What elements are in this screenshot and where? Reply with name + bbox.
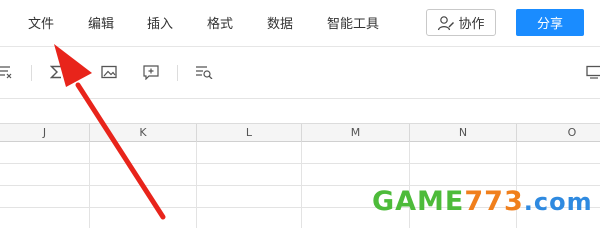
toolbar-separator [177,65,178,81]
grid-line [301,142,302,228]
sum-icon[interactable] [50,65,78,79]
watermark-logo: GAME773.com [372,186,593,217]
menu-file[interactable]: 文件 [28,13,54,32]
share-button[interactable]: 分享 [516,9,584,36]
comment-icon[interactable] [143,65,159,80]
menu-data[interactable]: 数据 [267,13,293,32]
watermark-number: 773 [464,186,524,217]
column-header-o[interactable]: O [517,124,600,142]
watermark-domain: .com [523,188,593,216]
menu-edit[interactable]: 编辑 [88,13,114,32]
share-label: 分享 [536,17,563,32]
freeze-icon[interactable] [586,65,600,79]
collab-button[interactable]: 协作 [426,9,496,36]
filter-icon[interactable] [195,65,213,79]
column-header-l[interactable]: L [197,124,302,142]
watermark-game: GAME [372,186,465,217]
grid-line [196,142,197,228]
toolbar [0,47,600,99]
image-icon[interactable] [101,65,117,79]
clear-format-icon[interactable] [0,65,12,79]
grid-line [89,142,90,228]
menu-insert[interactable]: 插入 [147,13,173,32]
user-edit-icon [438,15,455,30]
menu-smart-tools[interactable]: 智能工具 [327,13,379,32]
toolbar-separator [31,65,32,81]
column-header-row: J K L M N O [0,123,600,142]
column-header-m[interactable]: M [302,124,410,142]
collab-label: 协作 [458,17,485,32]
menu-bar: 文件 编辑 插入 格式 数据 智能工具 协作 分享 [0,0,600,47]
column-header-j[interactable]: J [0,124,90,142]
menu-format[interactable]: 格式 [207,13,233,32]
column-header-n[interactable]: N [410,124,517,142]
column-header-k[interactable]: K [90,124,197,142]
